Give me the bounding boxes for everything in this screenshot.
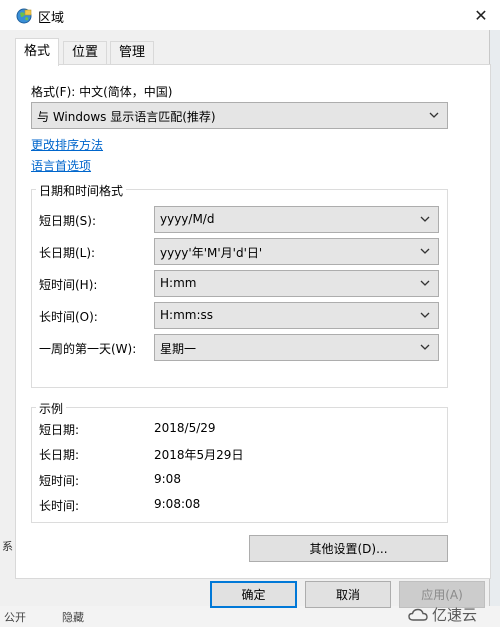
- long-date-value: yyyy'年'M'月'd'日': [160, 246, 263, 260]
- format-dropdown-value: 与 Windows 显示语言匹配(推荐): [37, 110, 216, 124]
- short-date-label: 短日期(S):: [39, 214, 97, 228]
- long-date-dropdown[interactable]: yyyy'年'M'月'd'日': [154, 238, 439, 265]
- datetime-format-group-title: 日期和时间格式: [36, 182, 127, 199]
- watermark-text: 亿速云: [432, 606, 478, 624]
- close-icon: ✕: [474, 5, 488, 25]
- first-day-of-week-dropdown[interactable]: 星期一: [154, 334, 439, 361]
- example-short-time-value: 9:08: [154, 472, 181, 486]
- chevron-down-icon: [420, 248, 430, 254]
- ok-button[interactable]: 确定: [210, 581, 297, 608]
- first-day-of-week-label: 一周的第一天(W):: [39, 342, 137, 356]
- window-title: 区域: [38, 11, 65, 26]
- example-long-date-label: 长日期:: [39, 448, 80, 462]
- background-text-fragment: 公开: [4, 611, 26, 624]
- cancel-button[interactable]: 取消: [305, 581, 391, 608]
- short-date-value: yyyy/M/d: [160, 212, 215, 226]
- region-globe-icon: [16, 8, 32, 24]
- chevron-down-icon: [420, 312, 430, 318]
- background-text-fragment-2: 隐藏: [62, 611, 84, 624]
- long-time-value: H:mm:ss: [160, 308, 213, 322]
- tab-location-label: 位置: [72, 45, 99, 60]
- example-short-time-label: 短时间:: [39, 474, 80, 488]
- tab-format-label: 格式: [24, 44, 51, 59]
- other-settings-button[interactable]: 其他设置(D)...: [249, 535, 448, 562]
- short-date-dropdown[interactable]: yyyy/M/d: [154, 206, 439, 233]
- long-time-label: 长时间(O):: [39, 310, 98, 324]
- tab-location[interactable]: 位置: [63, 41, 108, 64]
- example-long-time-value: 9:08:08: [154, 497, 201, 511]
- change-sort-method-link[interactable]: 更改排序方法: [31, 136, 103, 153]
- short-time-dropdown[interactable]: H:mm: [154, 270, 439, 297]
- title-bar: [0, 0, 500, 30]
- example-long-date-value: 2018年5月29日: [154, 448, 244, 462]
- cloud-logo-icon: [408, 608, 428, 621]
- chevron-down-icon: [420, 216, 430, 222]
- short-time-label: 短时间(H):: [39, 278, 98, 292]
- examples-group: [31, 407, 448, 523]
- long-date-label: 长日期(L):: [39, 246, 96, 260]
- background-text-fragment-3: 系: [2, 540, 13, 553]
- short-time-value: H:mm: [160, 276, 197, 290]
- long-time-dropdown[interactable]: H:mm:ss: [154, 302, 439, 329]
- close-button[interactable]: ✕: [462, 0, 500, 30]
- chevron-down-icon: [420, 280, 430, 286]
- example-short-date-value: 2018/5/29: [154, 421, 216, 435]
- chevron-down-icon: [429, 112, 439, 118]
- tab-administrative-label: 管理: [119, 45, 146, 60]
- language-preferences-link[interactable]: 语言首选项: [31, 157, 91, 174]
- format-label: 格式(F): 中文(简体，中国): [31, 85, 173, 99]
- watermark: 亿速云: [408, 604, 477, 625]
- tab-administrative[interactable]: 管理: [110, 41, 155, 64]
- example-short-date-label: 短日期:: [39, 423, 80, 437]
- first-day-of-week-value: 星期一: [160, 342, 197, 356]
- chevron-down-icon: [420, 344, 430, 350]
- tab-format[interactable]: 格式: [15, 38, 60, 66]
- examples-group-title: 示例: [36, 400, 67, 417]
- format-dropdown[interactable]: 与 Windows 显示语言匹配(推荐): [31, 102, 448, 129]
- example-long-time-label: 长时间:: [39, 499, 80, 513]
